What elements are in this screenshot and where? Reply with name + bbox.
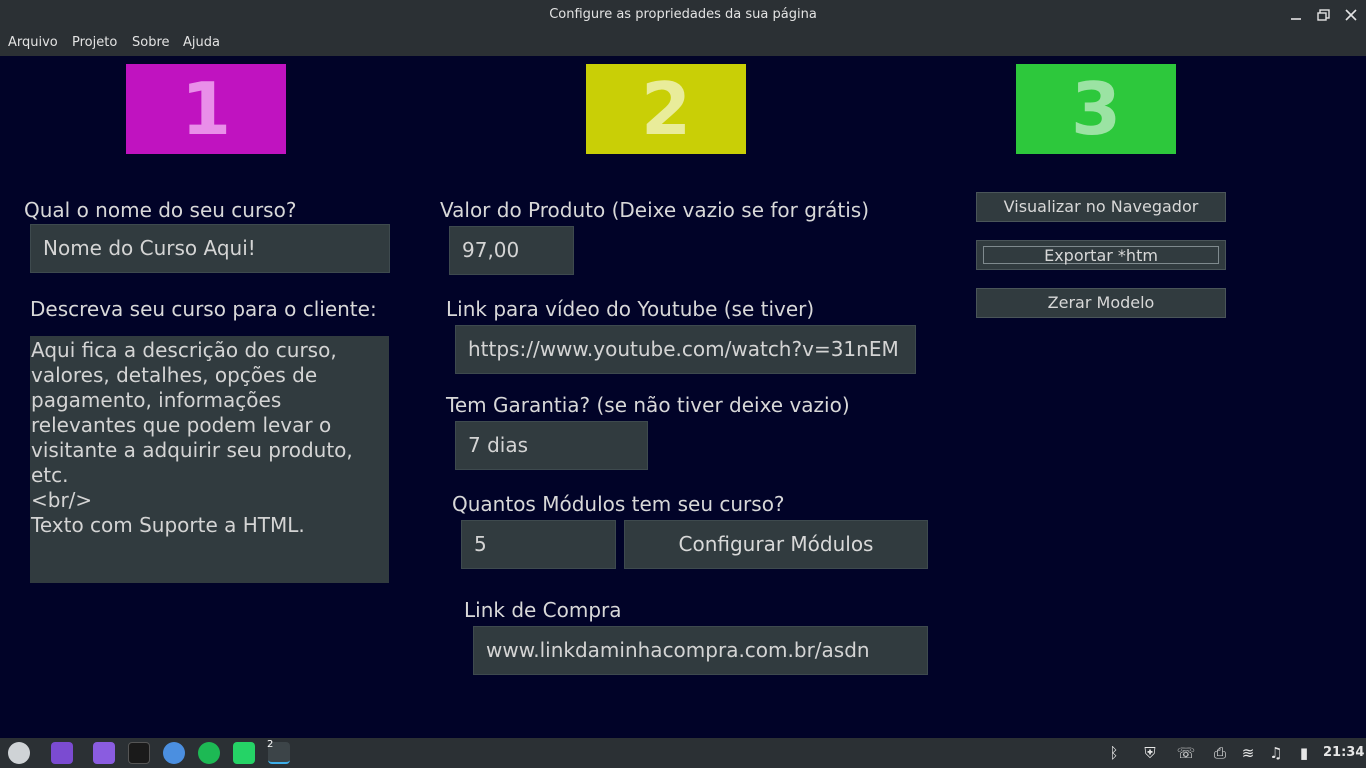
start-menu-icon[interactable]	[8, 742, 30, 764]
window-title: Configure as propriedades da sua página	[549, 7, 817, 22]
minimize-button[interactable]	[1287, 6, 1305, 24]
youtube-label: Link para vídeo do Youtube (se tiver)	[446, 297, 815, 321]
terminal-icon[interactable]	[128, 742, 150, 764]
modules-label: Quantos Módulos tem seu curso?	[452, 492, 785, 516]
export-htm-label: Exportar *htm	[983, 246, 1219, 264]
wifi-icon[interactable]: ≋	[1238, 744, 1258, 762]
bluetooth-icon[interactable]: ᛒ	[1104, 744, 1124, 762]
export-htm-button[interactable]: Exportar *htm	[976, 240, 1226, 270]
menu-ajuda[interactable]: Ajuda	[183, 35, 220, 50]
whatsapp-icon[interactable]	[233, 742, 255, 764]
step-1-box: 1	[126, 64, 286, 154]
menu-bar: Arquivo Projeto Sobre Ajuda	[0, 30, 1366, 56]
printer-icon[interactable]: ⎙	[1210, 744, 1230, 762]
purchase-link-input[interactable]: www.linkdaminhacompra.com.br/asdn	[473, 626, 928, 675]
window-count-badge: 2	[267, 739, 274, 750]
description-textarea[interactable]: Aqui fica a descrição do curso, valores,…	[30, 336, 389, 583]
close-button[interactable]	[1342, 6, 1360, 24]
modules-input[interactable]: 5	[461, 520, 616, 569]
reset-model-button[interactable]: Zerar Modelo	[976, 288, 1226, 318]
menu-projeto[interactable]: Projeto	[72, 35, 117, 50]
guarantee-label: Tem Garantia? (se não tiver deixe vazio)	[446, 393, 850, 417]
battery-icon[interactable]: ▮	[1294, 744, 1314, 762]
course-name-input[interactable]: Nome do Curso Aqui!	[30, 224, 390, 273]
step-2-box: 2	[586, 64, 746, 154]
menu-sobre[interactable]: Sobre	[132, 35, 170, 50]
spotify-icon[interactable]	[198, 742, 220, 764]
guarantee-input[interactable]: 7 dias	[455, 421, 648, 470]
price-input[interactable]: 97,00	[449, 226, 574, 275]
youtube-input[interactable]: https://www.youtube.com/watch?v=31nEM	[455, 325, 916, 374]
price-label: Valor do Produto (Deixe vazio se for grá…	[440, 198, 870, 222]
course-name-label: Qual o nome do seu curso?	[24, 198, 297, 222]
description-label: Descreva seu curso para o cliente:	[30, 297, 377, 321]
title-bar: Configure as propriedades da sua página	[0, 0, 1366, 30]
menu-arquivo[interactable]: Arquivo	[8, 35, 58, 50]
purchase-link-label: Link de Compra	[464, 598, 622, 622]
music-icon[interactable]: ♫	[1266, 744, 1286, 762]
preview-browser-button[interactable]: Visualizar no Navegador	[976, 192, 1226, 222]
step-3-box: 3	[1016, 64, 1176, 154]
clock[interactable]: 21:34	[1323, 745, 1364, 760]
taskbar: 2 ᛒ ⛨ ☏ ⎙ ≋ ♫ ▮ 21:34	[0, 738, 1366, 768]
whatsapp-tray-icon[interactable]: ☏	[1176, 744, 1196, 762]
configure-modules-button[interactable]: Configurar Módulos	[624, 520, 928, 569]
maximize-button[interactable]	[1315, 6, 1333, 24]
file-manager-icon[interactable]	[93, 742, 115, 764]
window-switcher-icon[interactable]	[51, 742, 73, 764]
chromium-icon[interactable]	[163, 742, 185, 764]
shield-icon[interactable]: ⛨	[1140, 744, 1160, 762]
